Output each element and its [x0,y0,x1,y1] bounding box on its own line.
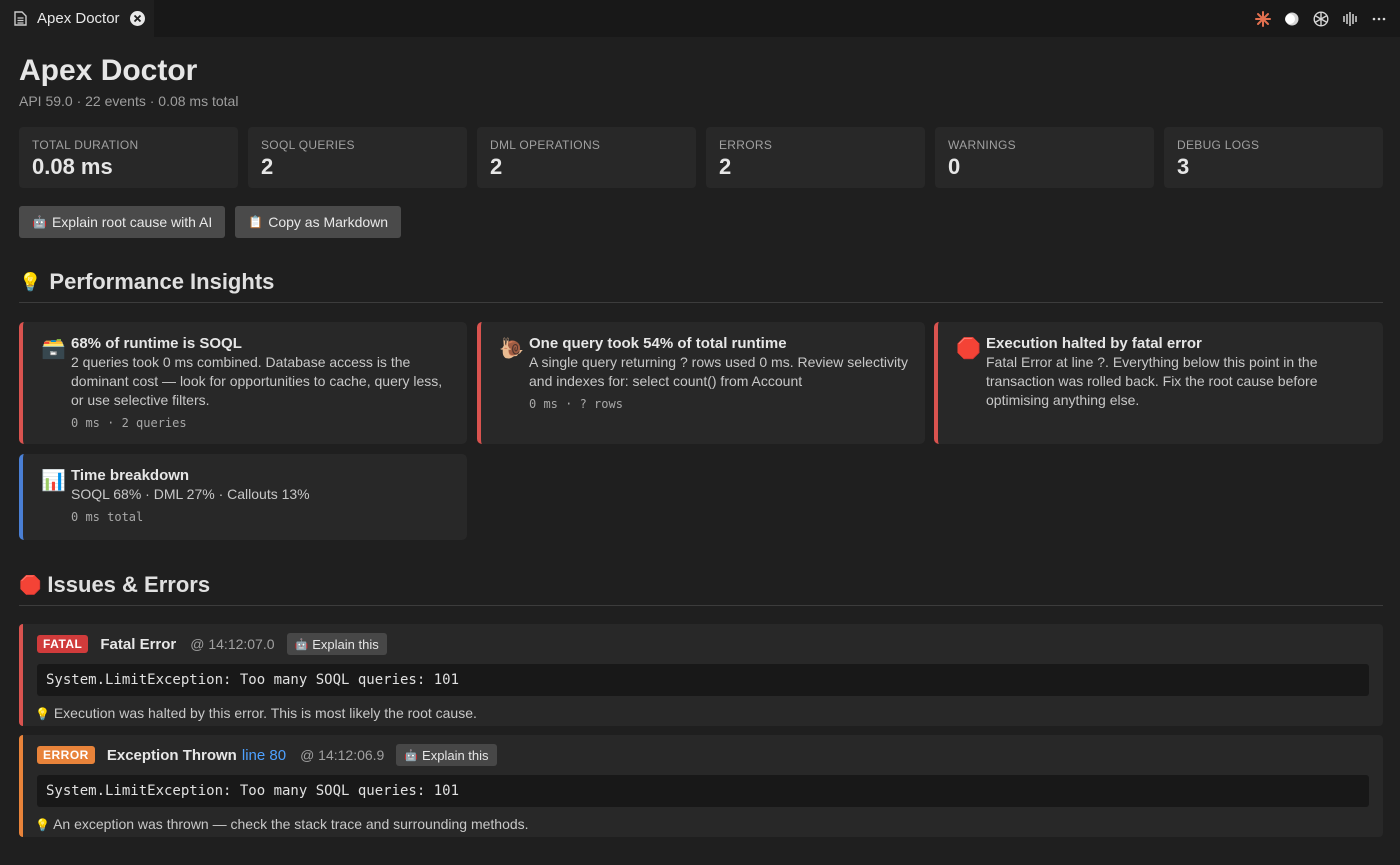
file-cabinet-icon: 🗃️ [41,338,66,360]
bar-chart-icon: 📊 [41,470,66,492]
insight-card: 🗃️ 68% of runtime is SOQL 2 queries took… [19,322,467,444]
insight-meta: 0 ms · 2 queries [71,416,187,430]
section-divider [19,302,1383,303]
tab-apex-doctor[interactable]: Apex Doctor [0,0,154,37]
openai-icon[interactable] [1312,10,1330,28]
explain-root-cause-label: Explain root cause with AI [51,214,213,230]
file-icon [14,11,27,26]
issue-title: Exception Thrown [106,746,237,764]
explain-this-label: Explain this [312,636,379,652]
clipboard-icon: 📋 [248,215,264,229]
stat-value: 2 [490,154,503,179]
more-icon[interactable] [1370,10,1388,28]
sparkle-icon[interactable] [1254,10,1272,28]
insight-title: Time breakdown [71,467,190,484]
stat-soql-queries: SOQL QUERIES 2 [248,127,467,188]
issue-note-text: An exception was thrown — check the stac… [53,816,529,832]
error-message-code: System.LimitException: Too many SOQL que… [37,775,1369,807]
insight-meta: 0 ms total [71,510,144,524]
stat-value: 2 [261,154,274,179]
stop-icon: 🛑 [956,338,981,360]
lightbulb-icon: 💡 [35,818,50,832]
issue-timestamp: @ 14:12:06.9 [300,747,385,763]
tab-label: Apex Doctor [37,10,120,27]
stat-errors: ERRORS 2 [706,127,925,188]
severity-badge: FATAL [37,635,89,653]
copy-markdown-button[interactable]: 📋 Copy as Markdown [235,206,402,238]
copy-markdown-label: Copy as Markdown [268,214,389,230]
robot-icon: 🤖 [404,749,419,762]
record-icon[interactable] [1283,10,1301,28]
insight-description: 2 queries took 0 ms combined. Database a… [71,354,443,408]
issues-title: Issues & Errors [47,572,211,597]
section-title-insights: 💡 Performance Insights [19,269,274,295]
insight-description: SOQL 68% · DML 27% · Callouts 13% [71,486,310,502]
page-subtitle: API 59.0 · 22 events · 0.08 ms total [19,93,239,109]
lightbulb-icon: 💡 [35,707,50,721]
explain-this-label: Explain this [422,747,489,763]
close-icon[interactable] [129,11,145,26]
issue-note-text: Execution was halted by this error. This… [53,705,477,721]
stat-label: WARNINGS [948,138,1016,152]
stat-label: SOQL QUERIES [261,138,355,152]
explain-this-button[interactable]: 🤖 Explain this [396,744,497,766]
action-buttons: 🤖 Explain root cause with AI 📋 Copy as M… [19,206,402,238]
stat-warnings: WARNINGS 0 [935,127,1154,188]
insight-meta: 0 ms · ? rows [529,397,623,411]
issue-header: ERROR Exception Thrown line 80 @ 14:12:0… [37,735,1369,775]
issue-timestamp: @ 14:12:07.0 [190,636,275,652]
robot-icon: 🤖 [32,215,47,229]
page-title: Apex Doctor [19,54,198,87]
insight-card: 📊 Time breakdown SOQL 68% · DML 27% · Ca… [19,454,467,540]
stat-value: 0 [948,154,961,179]
insight-description: A single query returning ? rows used 0 m… [529,354,908,389]
issue-note: 💡 Execution was halted by this error. Th… [35,705,1369,721]
stat-value: 2 [719,154,732,179]
issue-card: ERROR Exception Thrown line 80 @ 14:12:0… [19,735,1383,837]
insight-card: 🐌 One query took 54% of total runtime A … [477,322,925,444]
tab-actions [1254,0,1388,37]
issue-card: FATAL Fatal Error @ 14:12:07.0 🤖 Explain… [19,624,1383,726]
robot-icon: 🤖 [294,638,309,651]
severity-badge: ERROR [37,746,95,764]
stat-label: DEBUG LOGS [1177,138,1260,152]
explain-this-button[interactable]: 🤖 Explain this [286,633,387,655]
section-divider [19,605,1383,606]
editor-tab-bar: Apex Doctor [0,0,1400,37]
stat-label: DML OPERATIONS [490,138,601,152]
insight-card: 🛑 Execution halted by fatal error Fatal … [934,322,1383,444]
issue-title: Fatal Error [100,635,177,653]
insights-title: Performance Insights [49,269,275,294]
stat-label: ERRORS [719,138,773,152]
issue-header: FATAL Fatal Error @ 14:12:07.0 🤖 Explain… [37,624,1369,664]
stat-dml-operations: DML OPERATIONS 2 [477,127,696,188]
stat-value: 0.08 ms [32,154,113,179]
split-editor-icon[interactable] [1341,10,1359,28]
lightbulb-icon: 💡 [19,271,42,292]
insight-title: Execution halted by fatal error [986,335,1202,352]
stat-debug-logs: DEBUG LOGS 3 [1164,127,1383,188]
stat-value: 3 [1177,154,1190,179]
insight-title: One query took 54% of total runtime [529,335,787,352]
issue-note: 💡 An exception was thrown — check the st… [35,816,1369,832]
line-link[interactable]: line 80 [242,747,286,764]
stat-total-duration: TOTAL DURATION 0.08 ms [19,127,238,188]
explain-root-cause-button[interactable]: 🤖 Explain root cause with AI [19,206,226,238]
stat-label: TOTAL DURATION [32,138,139,152]
insight-title: 68% of runtime is SOQL [71,335,242,352]
error-message-code: System.LimitException: Too many SOQL que… [37,664,1369,696]
stats-row: TOTAL DURATION 0.08 ms SOQL QUERIES 2 DM… [19,127,1383,188]
snail-icon: 🐌 [499,338,524,360]
insight-description: Fatal Error at line ?. Everything below … [986,354,1318,408]
stop-icon: 🛑 [19,574,42,595]
section-title-issues: 🛑 Issues & Errors [19,572,210,598]
